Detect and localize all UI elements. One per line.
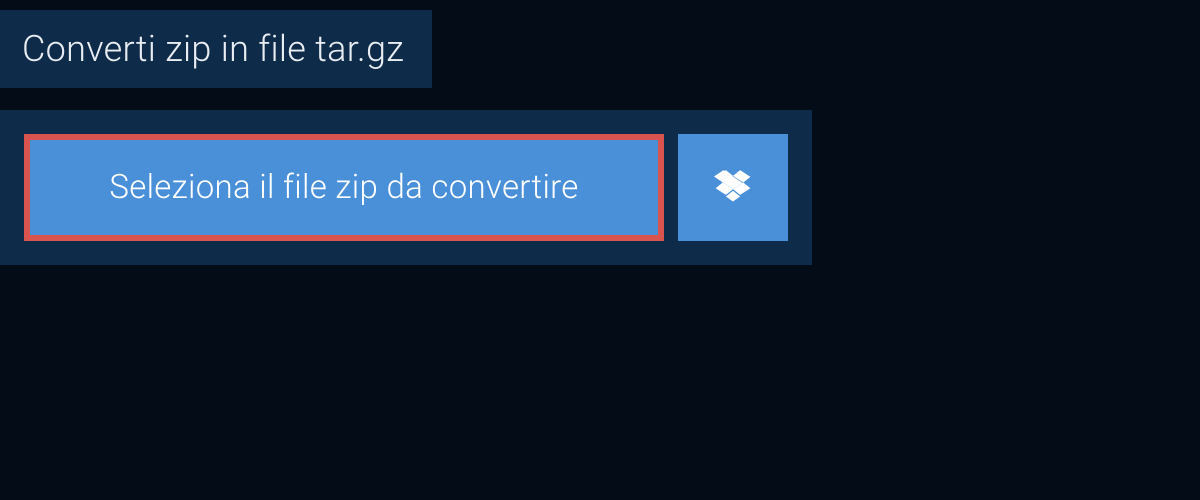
dropbox-button[interactable] <box>678 134 788 241</box>
upload-panel: Seleziona il file zip da convertire <box>0 110 812 265</box>
select-file-button[interactable]: Seleziona il file zip da convertire <box>24 134 664 241</box>
select-file-label: Seleziona il file zip da convertire <box>109 168 578 207</box>
header-tab: Converti zip in file tar.gz <box>0 10 432 88</box>
page-title: Converti zip in file tar.gz <box>22 28 404 70</box>
dropbox-icon <box>714 167 752 209</box>
